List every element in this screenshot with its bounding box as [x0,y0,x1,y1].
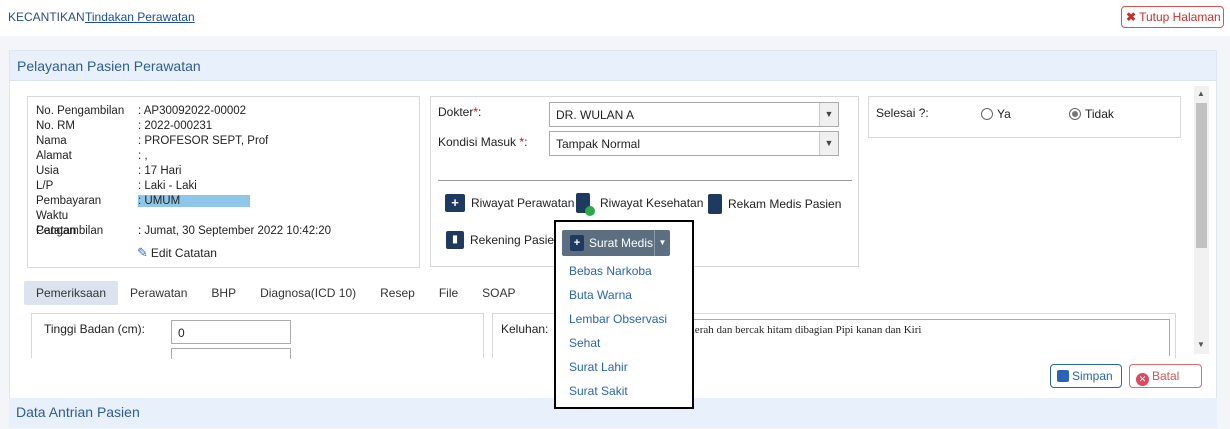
dropdown-item[interactable]: Buta Warna [569,288,632,302]
tab-item[interactable]: SOAP [470,281,527,305]
cancel-icon: ✕ [1136,373,1149,386]
tab-item[interactable]: Pemeriksaan [24,281,119,305]
dropdown-item[interactable]: Sehat [569,336,600,350]
edit-note-label: Edit Catatan [150,246,217,260]
edit-icon: ✎ [137,245,148,260]
patient-info-row: No. RM : 2022-000231 [36,119,212,134]
patient-info-key: Nama [36,135,67,147]
scroll-down-icon[interactable]: ▼ [1197,340,1205,349]
breadcrumb-root[interactable]: KECANTIKAN [8,10,85,24]
patient-info-value: : [138,225,142,237]
patient-info-row: Nama : PROFESOR SEPT, Prof [36,134,268,149]
tab-item[interactable]: Perawatan [118,281,199,305]
patient-info-key: Alamat [36,150,72,162]
radio-ya[interactable]: Ya [981,107,1011,121]
surat-medis-button[interactable]: + Surat Medis ▼ [562,230,670,256]
close-page-label: Tutup Halaman [1139,10,1221,24]
patient-info-key: No. Pengambilan [36,105,125,117]
kondisi-label: Kondisi Masuk *: [438,135,528,149]
scrollbar-thumb[interactable] [1196,103,1207,248]
patient-info-key: Catatan [36,225,77,237]
add-folder-icon: + [445,194,465,212]
kondisi-select[interactable]: Tampak Normal ▼ [549,131,839,156]
radio-tidak[interactable]: Tidak [1069,107,1114,121]
dokter-value: DR. WULAN A [556,108,635,122]
dokter-label: Dokter*: [438,105,482,119]
kondisi-value: Tampak Normal [556,137,641,151]
patient-info-value: : , [138,150,148,162]
breadcrumb-current[interactable]: Tindakan Perawatan [85,10,195,24]
patient-info-row: Pembayaran : UMUM [36,194,251,209]
scroll-up-icon[interactable]: ▲ [1197,89,1205,98]
riwayat-perawatan-label: Riwayat Perawatan [471,196,575,210]
patient-info-value: : 2022-000231 [138,120,213,132]
tinggi-label: Tinggi Badan (cm): [44,322,145,336]
patient-info-value: : Laki - Laki [138,180,197,192]
close-page-button[interactable]: ✖ Tutup Halaman [1121,6,1224,28]
dropdown-item[interactable]: Surat Lahir [569,360,628,374]
surat-medis-dropdown: + Surat Medis ▼ Bebas Narkoba Buta Warna L… [554,220,694,409]
top-bar: KECANTIKAN Tindakan Perawatan ✖ Tutup Hal… [0,0,1230,36]
close-icon: ✖ [1126,10,1137,24]
divider [438,180,852,181]
rekening-label: Rekening Pasien [470,233,561,247]
wallet-icon: ▮ [446,231,464,249]
dropdown-item[interactable]: Lembar Observasi [569,312,667,326]
patient-info-row: L/P : Laki - Laki [36,179,197,194]
add-folder-icon: + [570,235,584,251]
selesai-label: Selesai ?: [876,106,929,120]
batal-button[interactable]: ✕ Batal [1129,364,1202,388]
chevron-down-icon: ▼ [819,132,838,155]
riwayat-kesehatan-button[interactable]: Riwayat Kesehatan [576,193,704,216]
chevron-down-icon[interactable]: ▼ [654,230,670,256]
patient-info-value: : UMUM [138,195,251,207]
edit-note-button[interactable]: ✎ Edit Catatan [137,245,217,261]
riwayat-kesehatan-label: Riwayat Kesehatan [600,196,704,210]
patient-info-value: : PROFESOR SEPT, Prof [138,135,269,147]
tab-bar: Pemeriksaan Perawatan BHP Diagnosa(ICD 10) R… [24,281,528,305]
radio-icon [981,108,993,120]
patient-info-row: Alamat : , [36,149,148,164]
save-icon [1057,370,1069,382]
patient-info-key: No. RM [36,120,75,132]
rekam-medis-button[interactable]: Rekam Medis Pasien [708,194,841,214]
tab-item[interactable]: Resep [368,281,427,305]
dropdown-item[interactable]: Bebas Narkoba [569,264,652,278]
tinggi-input[interactable]: 0 [171,320,291,344]
surat-medis-label: Surat Medis [589,236,654,250]
patient-info-key: L/P [36,180,54,192]
patient-info-value: : AP30092022-00002 [138,105,247,117]
simpan-button[interactable]: Simpan [1050,364,1122,388]
panel-title: Pelayanan Pasien Perawatan [10,51,1216,81]
tab-item[interactable]: File [427,281,470,305]
patient-info-key: Pembayaran [36,195,102,207]
patient-info-value: : 17 Hari [138,165,182,177]
patient-info-row: Usia : 17 Hari [36,164,181,179]
radio-selected-icon [1069,108,1081,120]
keluhan-label: Keluhan: [501,322,549,336]
riwayat-perawatan-button[interactable]: + Riwayat Perawatan [445,194,574,212]
berat-input[interactable] [171,348,291,359]
rekening-button[interactable]: ▮ Rekening Pasien [446,231,561,249]
chevron-down-icon: ▼ [819,103,838,126]
batal-label: Batal [1152,369,1180,383]
dokter-select[interactable]: DR. WULAN A ▼ [549,102,839,127]
dropdown-item[interactable]: Surat Sakit [569,384,628,398]
patient-info-row: No. Pengambilan : AP30092022-00002 [36,104,246,119]
simpan-label: Simpan [1072,369,1113,383]
tab-item[interactable]: Diagnosa(ICD 10) [248,281,368,305]
rekam-medis-label: Rekam Medis Pasien [728,197,842,211]
patient-info-value: : Jumat, 30 September 2022 10:42:20 [138,225,332,237]
medical-record-icon [708,194,722,214]
tab-item[interactable]: BHP [199,281,248,305]
patient-info-row: Catatan: [36,224,141,239]
patient-info-key: Usia [36,165,60,177]
document-clock-icon [576,193,595,216]
